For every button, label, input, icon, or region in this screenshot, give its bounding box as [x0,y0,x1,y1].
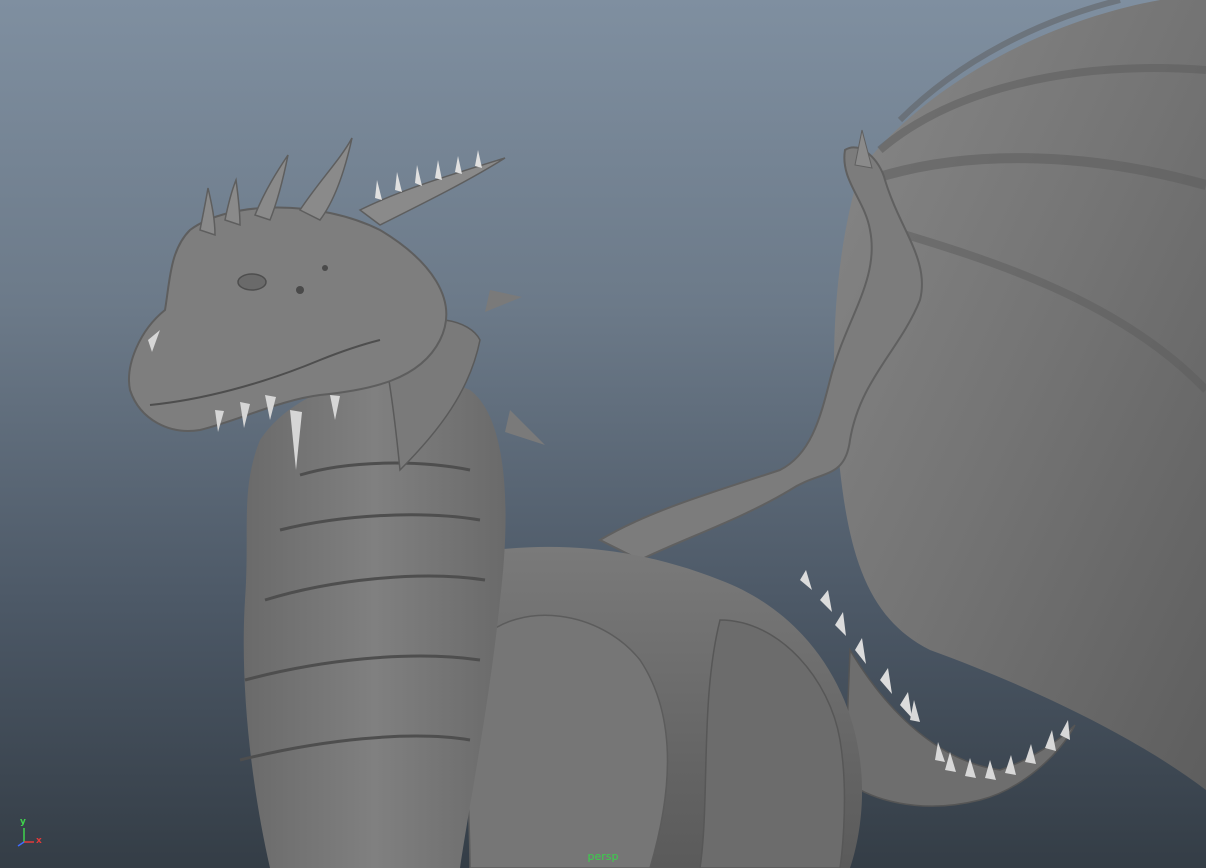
frill-spike [485,290,522,312]
wing-membrane [834,0,1206,790]
nostril [296,286,304,294]
hind-leg [699,619,846,868]
frill-spike [505,410,545,445]
perspective-viewport[interactable]: y x persp [0,0,1206,868]
eye [237,273,267,291]
neck [243,376,506,868]
axis-x-label: x [36,836,42,846]
axis-gizmo: y x [10,818,46,848]
dragon-model[interactable] [0,0,1206,868]
axis-y-label: y [20,817,26,827]
nostril [322,265,328,271]
camera-name-label: persp [587,850,619,863]
